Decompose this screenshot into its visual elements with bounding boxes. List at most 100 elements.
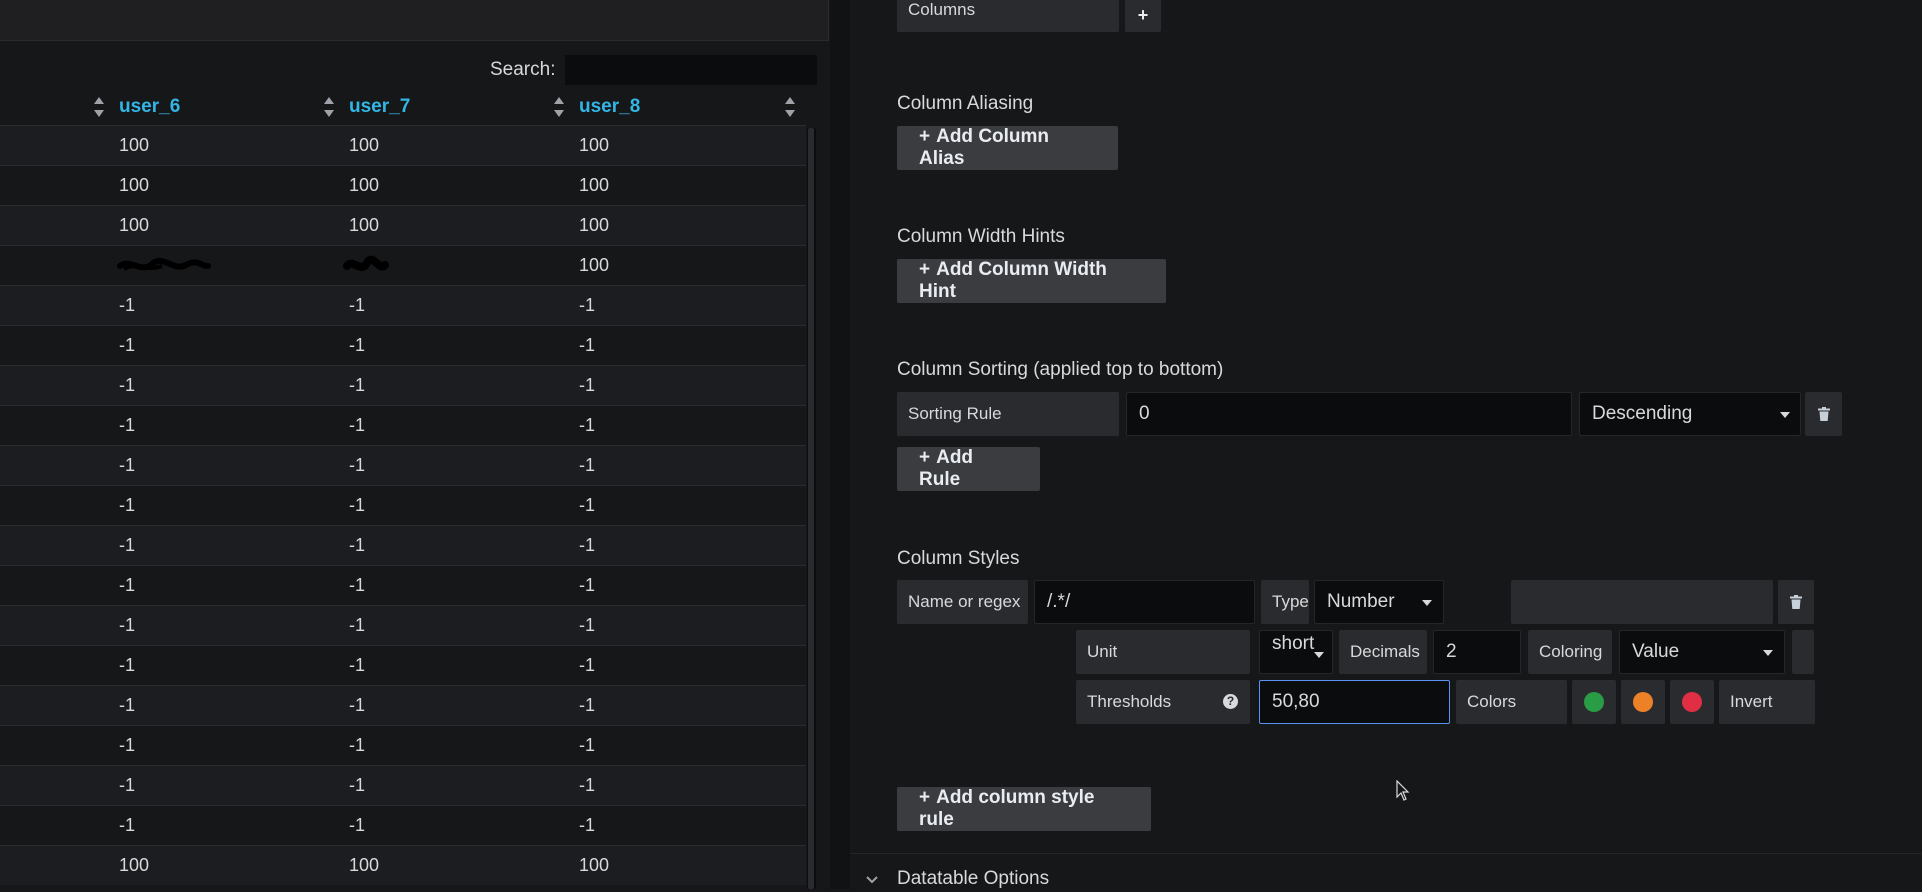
- table-cell: -1: [119, 735, 136, 755]
- redaction-scribble: [117, 257, 211, 271]
- help-icon[interactable]: ?: [1223, 694, 1238, 709]
- red-swatch-icon: [1682, 692, 1702, 712]
- table-cell: -1: [119, 375, 136, 395]
- name-or-regex-label: Name or regex: [897, 580, 1028, 624]
- name-or-regex-input[interactable]: [1034, 580, 1255, 624]
- table-cell: -1: [579, 815, 596, 835]
- table-cell: 100: [349, 215, 380, 235]
- sort-icon[interactable]: [784, 95, 796, 119]
- table-cell: -1: [349, 295, 366, 315]
- table-cell: -1: [119, 815, 136, 835]
- trash-icon: [1790, 595, 1802, 609]
- delete-sorting-rule-button[interactable]: [1805, 392, 1842, 436]
- table-row: -1 -1 -1: [0, 725, 806, 765]
- trash-icon: [1817, 407, 1830, 421]
- table-cell: -1: [579, 735, 596, 755]
- table-cell: -1: [349, 415, 366, 435]
- table-cell: -1: [119, 415, 136, 435]
- sorting-rule-label: Sorting Rule: [897, 392, 1119, 436]
- plus-icon: +: [919, 447, 931, 468]
- plus-icon: +: [1137, 4, 1149, 25]
- table-row: -1 -1 -1: [0, 285, 806, 325]
- table-row: 100 100 100: [0, 165, 806, 205]
- table-cell: 100: [579, 135, 610, 155]
- mouse-cursor-icon: [1396, 780, 1410, 801]
- sort-order-select[interactable]: Descending: [1579, 392, 1801, 436]
- add-column-alias-button[interactable]: + Add Column Alias: [897, 126, 1118, 170]
- color-picker-crit[interactable]: [1670, 680, 1714, 724]
- color-picker-warn[interactable]: [1621, 680, 1665, 724]
- table-cell: -1: [579, 455, 596, 475]
- decimals-input[interactable]: [1433, 630, 1521, 674]
- table-row: -1 -1 -1: [0, 485, 806, 525]
- column-header-user-8[interactable]: user_8: [579, 91, 640, 125]
- thresholds-input[interactable]: [1259, 680, 1450, 724]
- invert-toggle[interactable]: Invert: [1719, 680, 1815, 724]
- table-cell: -1: [349, 375, 366, 395]
- table-cell: -1: [579, 655, 596, 675]
- coloring-label: Coloring: [1528, 630, 1612, 674]
- column-header-user-7[interactable]: user_7: [349, 91, 410, 125]
- table-cell: -1: [579, 695, 596, 715]
- column-sorting-title: Column Sorting (applied top to bottom): [897, 359, 1224, 380]
- table-row: -1 -1 -1: [0, 685, 806, 725]
- table-cell: -1: [579, 615, 596, 635]
- chevron-down-icon: [866, 876, 878, 884]
- table-cell: -1: [349, 575, 366, 595]
- table-cell: -1: [349, 735, 366, 755]
- coloring-select[interactable]: Value: [1619, 630, 1785, 674]
- decimals-label: Decimals: [1339, 630, 1427, 674]
- table-row: 100 100 100: [0, 125, 806, 165]
- column-aliasing-title: Column Aliasing: [897, 93, 1034, 114]
- table-cell: -1: [349, 775, 366, 795]
- delete-style-button[interactable]: [1778, 580, 1814, 624]
- unit-label: Unit: [1076, 630, 1250, 674]
- type-select[interactable]: Number: [1314, 580, 1444, 624]
- table-row: -1 -1 -1: [0, 325, 806, 365]
- table-cell: -1: [349, 495, 366, 515]
- table-cell: -1: [349, 455, 366, 475]
- scrollbar-thumb[interactable]: [808, 128, 814, 889]
- sort-icon[interactable]: [553, 95, 565, 119]
- table-row: -1 -1 -1: [0, 365, 806, 405]
- sort-icon[interactable]: [323, 95, 335, 119]
- table-cell: -1: [579, 575, 596, 595]
- color-picker-ok[interactable]: [1572, 680, 1616, 724]
- table-cell: -1: [579, 535, 596, 555]
- table-cell: 100: [579, 215, 610, 235]
- chevron-down-icon: [1314, 652, 1324, 658]
- table-row: -1 -1 -1: [0, 765, 806, 805]
- table-row: -1 -1 -1: [0, 645, 806, 685]
- type-label: Type: [1261, 580, 1309, 624]
- table-cell: 100: [349, 175, 380, 195]
- table-cell: -1: [349, 655, 366, 675]
- orange-swatch-icon: [1633, 692, 1653, 712]
- plus-icon: +: [919, 787, 931, 808]
- chevron-down-icon: [1763, 650, 1773, 656]
- table-cell: -1: [579, 495, 596, 515]
- table-cell: 100: [579, 255, 610, 275]
- plus-icon: +: [919, 126, 931, 147]
- column-styles-title: Column Styles: [897, 548, 1020, 569]
- add-column-style-rule-button[interactable]: + Add column style rule: [897, 787, 1151, 831]
- table-cell: -1: [349, 335, 366, 355]
- table-cell: -1: [119, 655, 136, 675]
- table-cell: -1: [579, 775, 596, 795]
- thresholds-label: Thresholds ?: [1076, 680, 1250, 724]
- table-cell: 100: [579, 855, 610, 875]
- table-row: 100: [0, 245, 806, 285]
- panel-header: [0, 0, 829, 41]
- add-column-button[interactable]: +: [1125, 0, 1161, 32]
- search-input[interactable]: [565, 55, 817, 85]
- unit-select[interactable]: short: [1259, 630, 1333, 674]
- table-cell: 100: [119, 175, 150, 195]
- style-filler: [1792, 630, 1814, 674]
- table-cell: -1: [349, 615, 366, 635]
- sort-icon[interactable]: [93, 95, 105, 119]
- add-column-width-hint-button[interactable]: + Add Column Width Hint: [897, 259, 1166, 303]
- table-cell: -1: [119, 535, 136, 555]
- panel-divider: [830, 0, 850, 889]
- add-rule-button[interactable]: + Add Rule: [897, 447, 1040, 491]
- column-header-user-6[interactable]: user_6: [119, 91, 180, 125]
- sorting-rule-input[interactable]: [1126, 392, 1572, 436]
